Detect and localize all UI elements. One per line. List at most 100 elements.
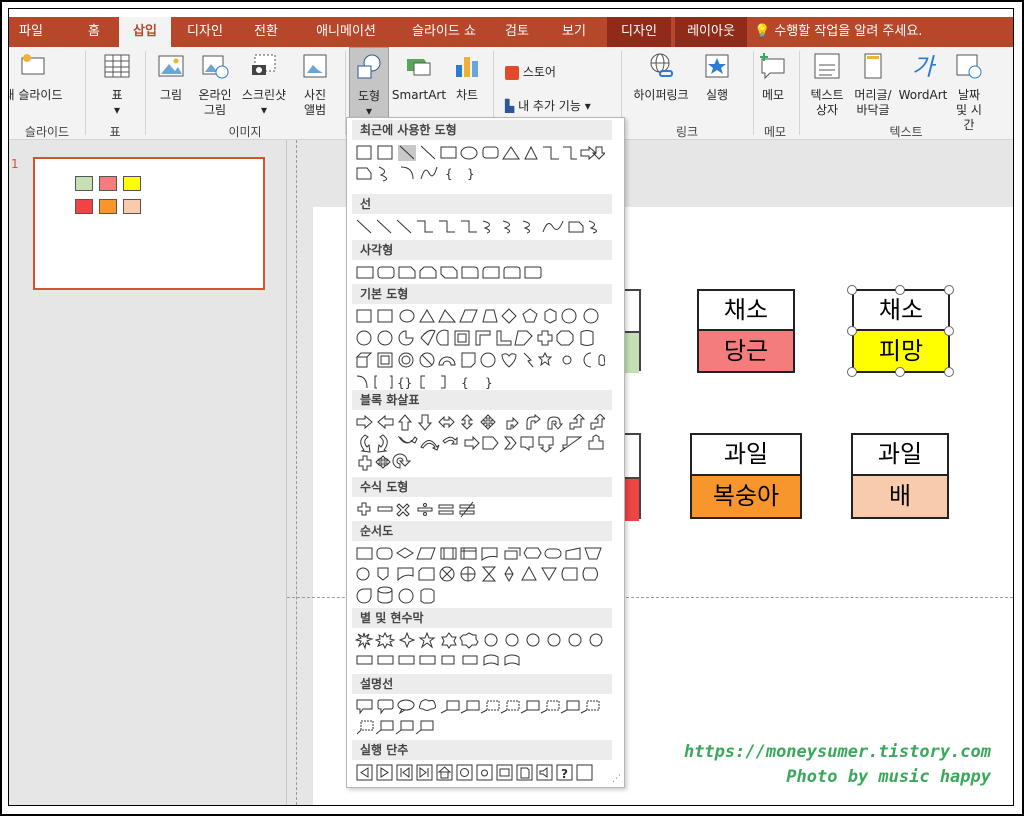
resize-handle[interactable] — [895, 285, 905, 295]
online-picture-label: 온라인 그림 — [198, 88, 232, 117]
card-category: 채소 — [852, 289, 950, 331]
svg-text:?: ? — [561, 767, 568, 781]
shapes-label: 도형 — [357, 89, 381, 103]
resize-handle[interactable] — [847, 367, 857, 377]
photo-album-label: 사진 앨범 — [303, 88, 327, 117]
photo-album-button[interactable]: 사진 앨범 — [293, 51, 337, 118]
group-label-links: 링크 — [675, 125, 699, 139]
thumb-card — [99, 199, 117, 214]
shapes-button[interactable]: 도형 ▾ — [349, 47, 389, 123]
thumb-card — [123, 199, 141, 214]
tab-view[interactable]: 보기 — [549, 17, 599, 47]
shapes-gallery: 최근에 사용한 도형 {} 선 사각형 기본 도형 {}{} 블록 화살표 수식… — [346, 117, 625, 788]
tab-review[interactable]: 검토 — [495, 17, 539, 47]
tab-design[interactable]: 디자인 — [175, 17, 235, 47]
shape-row-equation[interactable] — [355, 501, 605, 518]
card-category: 과일 — [690, 433, 802, 476]
thumb-card — [75, 199, 93, 214]
shape-row-block-arrows[interactable] — [355, 413, 607, 471]
shape-row-stars[interactable] — [354, 631, 605, 666]
camera-icon — [252, 54, 276, 75]
header-footer-label: 머리글/ 바닥글 — [854, 88, 892, 117]
card-item: 복숭아 — [690, 474, 802, 519]
svg-text:{}: {} — [397, 376, 412, 390]
resize-handle[interactable] — [944, 367, 954, 377]
new-slide-button[interactable]: 새 슬라이드 — [9, 51, 65, 103]
hyperlink-icon — [650, 53, 673, 77]
group-label-images: 이미지 — [228, 125, 262, 139]
comment-label: 메모 — [761, 88, 785, 102]
gallery-section-stars: 별 및 현수막 — [352, 608, 612, 628]
block-arrows-icons — [356, 413, 607, 471]
resize-handle[interactable] — [847, 326, 857, 336]
equation-shapes-icons — [357, 501, 475, 518]
resize-handle[interactable] — [944, 326, 954, 336]
card-vegetable-pepper[interactable]: 채소 피망 — [852, 289, 950, 373]
store-icon — [505, 65, 519, 80]
tab-drawing-design[interactable]: 디자인 — [607, 17, 671, 47]
resize-handle[interactable] — [944, 285, 954, 295]
shape-row-basic[interactable]: {} {} — [355, 308, 606, 390]
resize-handle[interactable] — [847, 285, 857, 295]
shape-row-rectangles[interactable] — [355, 264, 605, 280]
screenshot-label: 스크린샷 — [241, 88, 287, 102]
gallery-section-basic-shapes: 기본 도형 — [352, 284, 612, 304]
store-button[interactable]: 스토어 — [505, 61, 556, 83]
watermark-credit: Photo by music happy — [786, 767, 991, 787]
picture-label: 그림 — [159, 88, 183, 102]
gallery-section-block-arrows: 블록 화살표 — [352, 390, 612, 410]
gallery-section-action-buttons: 실행 단추 — [352, 740, 612, 760]
online-picture-button[interactable]: 온라인 그림 — [193, 51, 237, 118]
picture-button[interactable]: 그림 — [151, 51, 191, 103]
slide-thumbnail[interactable] — [33, 157, 265, 290]
shape-row-recent[interactable]: {} — [355, 145, 607, 182]
tab-transitions[interactable]: 전환 — [241, 17, 291, 47]
shapes-icon — [357, 54, 381, 79]
textbox-button[interactable]: 텍스트 상자 — [805, 51, 849, 118]
shape-row-action-buttons[interactable]: ? — [355, 764, 605, 781]
table-button[interactable]: 표 ▾ — [97, 51, 137, 118]
smartart-button[interactable]: SmartArt — [391, 51, 447, 103]
tab-drawing-layout[interactable]: 레이아웃 — [675, 17, 747, 47]
tab-animations[interactable]: 애니메이션 — [301, 17, 391, 47]
shape-row-callouts[interactable] — [355, 698, 605, 735]
screenshot-button[interactable]: 스크린샷 ▾ — [237, 51, 291, 118]
action-button-icons: ? — [356, 764, 593, 781]
flowchart-shapes-icons — [356, 547, 602, 604]
date-time-button[interactable]: 날짜 및 시간 — [949, 51, 989, 133]
comment-button[interactable]: 메모 — [755, 51, 791, 103]
tab-insert[interactable]: 삽입 — [119, 17, 171, 47]
online-picture-icon — [202, 55, 229, 79]
my-addins-button[interactable]: ▙ 내 추가 기능 ▾ — [505, 95, 591, 117]
tab-slideshow[interactable]: 슬라이드 쇼 — [399, 17, 489, 47]
guide-vertical — [296, 140, 297, 805]
star-shapes-icons — [354, 631, 603, 666]
resize-handle[interactable] — [895, 367, 905, 377]
wordart-icon: 가 — [912, 53, 937, 81]
card-fruit-pear[interactable]: 과일 배 — [851, 433, 949, 519]
header-footer-icon — [864, 53, 882, 79]
gallery-section-rectangles: 사각형 — [352, 240, 612, 260]
hyperlink-button[interactable]: 하이퍼링크 — [627, 51, 695, 103]
thumb-card — [123, 176, 141, 191]
tab-home[interactable]: 홈 — [71, 17, 117, 47]
group-label-text: 텍스트 — [889, 125, 923, 139]
new-slide-icon — [21, 54, 45, 75]
chart-button[interactable]: 차트 — [447, 51, 487, 103]
header-footer-button[interactable]: 머리글/ 바닥글 — [849, 51, 897, 118]
basic-shapes-icons: {} {} — [355, 308, 606, 390]
app-window: 파일 홈 삽입 디자인 전환 애니메이션 슬라이드 쇼 검토 보기 디자인 레이… — [8, 8, 1014, 806]
my-addins-label: 내 추가 기능 — [518, 99, 581, 113]
gallery-section-callouts: 설명선 — [352, 674, 612, 694]
tab-file[interactable]: 파일 — [9, 17, 53, 47]
card-fruit-peach[interactable]: 과일 복숭아 — [690, 433, 802, 519]
tell-me-box[interactable]: 💡 수행할 작업을 알려 주세요. — [754, 17, 922, 47]
card-category: 과일 — [851, 433, 949, 476]
watermark-url: https://moneysumer.tistory.com — [683, 742, 991, 762]
shape-row-lines[interactable] — [355, 218, 605, 234]
wordart-button[interactable]: 가 WordArt — [897, 51, 949, 103]
card-vegetable-carrot[interactable]: 채소 당근 — [697, 289, 795, 373]
shape-row-flowchart[interactable] — [355, 545, 605, 604]
action-button[interactable]: 실행 — [697, 51, 737, 103]
resize-grip-icon[interactable]: ⋰ — [612, 774, 621, 784]
